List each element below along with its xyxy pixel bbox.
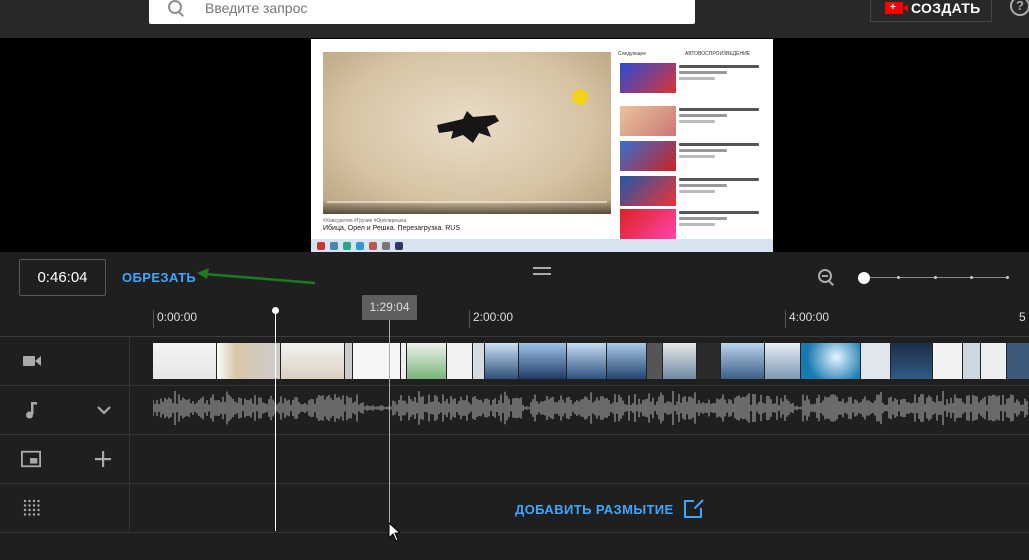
add-blur-button[interactable]: ДОБАВИТЬ РАЗМЫТИЕ xyxy=(515,498,704,518)
search-icon xyxy=(167,0,185,17)
search-input[interactable] xyxy=(205,0,625,16)
resize-handle-icon[interactable] xyxy=(533,267,551,275)
up-next-text xyxy=(679,65,759,83)
top-bar: + СОЗДАТЬ ? xyxy=(0,0,1029,38)
zoom-out-icon[interactable] xyxy=(818,269,836,287)
ruler-tick xyxy=(469,310,470,328)
ruler-label: 5 xyxy=(1019,310,1026,324)
annotation-arrow-icon xyxy=(197,268,316,285)
ink-blot-image xyxy=(437,111,499,143)
up-next-text xyxy=(679,211,759,229)
ruler-label: 4:00:00 xyxy=(789,310,830,324)
search-box[interactable] xyxy=(149,0,695,24)
preview-hashtags: #Хевсуретия #Грузия #Орёлирешка xyxy=(323,218,407,224)
music-note-icon xyxy=(26,402,37,419)
endscreen-track-row xyxy=(0,435,1029,484)
up-next-text xyxy=(679,178,759,196)
current-time-field[interactable]: 0:46:04 xyxy=(19,259,106,296)
chevron-down-icon[interactable] xyxy=(94,400,114,420)
timeline-editor: 0:46:04 ОБРЕЗАТЬ 0:00:00 2:00:00 4:00:00… xyxy=(0,252,1029,560)
ruler-tick xyxy=(785,310,786,328)
audio-waveform[interactable] xyxy=(153,391,1029,425)
preview-player xyxy=(323,52,611,214)
playhead-handle[interactable] xyxy=(272,307,279,314)
help-icon[interactable]: ? xyxy=(1010,0,1029,16)
hover-time-line xyxy=(389,320,390,531)
video-filmstrip[interactable] xyxy=(153,343,1029,379)
mouse-cursor-icon xyxy=(388,522,402,542)
create-button[interactable]: + СОЗДАТЬ xyxy=(870,0,992,22)
add-blur-label: ДОБАВИТЬ РАЗМЫТИЕ xyxy=(515,501,674,517)
ruler-label: 0:00:00 xyxy=(157,310,198,324)
create-button-label: СОЗДАТЬ xyxy=(911,0,981,16)
up-next-thumbnail xyxy=(620,209,676,239)
video-camera-icon xyxy=(23,356,41,366)
zoom-slider-thumb[interactable] xyxy=(858,272,870,284)
cursor-highlight xyxy=(572,89,588,105)
blur-grid-icon xyxy=(23,499,40,516)
end-screen-icon xyxy=(21,450,41,468)
preview-taskbar xyxy=(311,239,773,252)
preview-video-title: Ибица, Орел и Решка. Перезагрузка. RUS xyxy=(323,225,461,232)
ruler-tick xyxy=(153,310,154,328)
open-external-icon xyxy=(683,498,704,518)
playhead-line[interactable] xyxy=(275,309,276,531)
preview-up-next: Следующее АВТОВОСПРОИЗВЕДЕНИЕ xyxy=(618,51,766,241)
ruler-label: 2:00:00 xyxy=(473,310,514,324)
video-preview[interactable]: #Хевсуретия #Грузия #Орёлирешка Ибица, О… xyxy=(311,39,773,252)
studio-editor-page: + СОЗДАТЬ ? #Хевсуретия #Грузия #Орёлире… xyxy=(0,0,1029,560)
hover-time-tooltip: 1:29:04 xyxy=(362,295,417,320)
zoom-slider-track[interactable] xyxy=(862,276,1009,279)
up-next-thumbnail xyxy=(620,63,676,93)
up-next-thumbnail xyxy=(620,106,676,136)
create-camera-icon: + xyxy=(885,2,908,14)
up-next-label: Следующее xyxy=(618,51,646,57)
up-next-thumbnail xyxy=(620,176,676,206)
autoplay-label: АВТОВОСПРОИЗВЕДЕНИЕ xyxy=(685,51,750,57)
trim-button[interactable]: ОБРЕЗАТЬ xyxy=(122,270,196,285)
plus-icon[interactable] xyxy=(93,449,113,469)
up-next-text xyxy=(679,143,759,161)
track-gutter xyxy=(129,337,130,532)
up-next-text xyxy=(679,108,759,126)
up-next-thumbnail xyxy=(620,141,676,171)
